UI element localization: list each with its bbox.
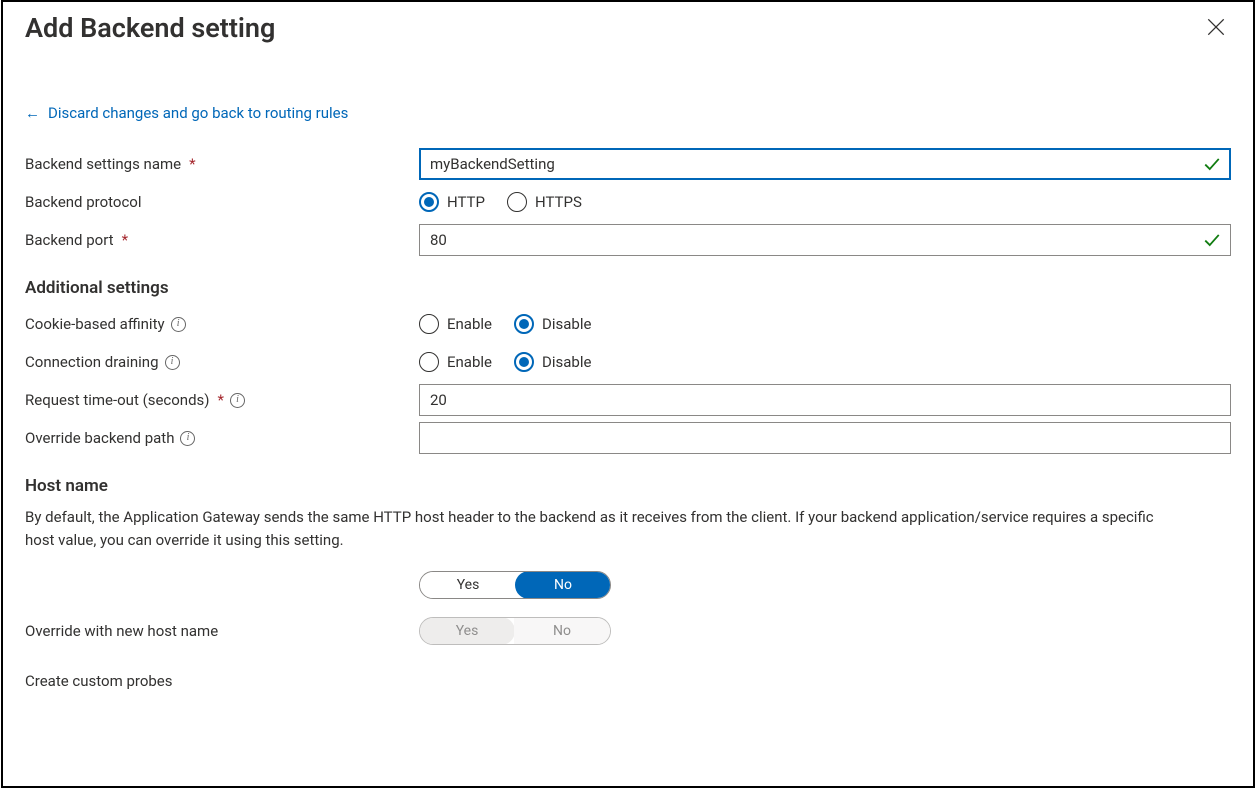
radio-icon [514, 314, 534, 334]
row-create-custom-probes: Create custom probes [25, 665, 1231, 697]
override-new-host-yes: Yes [419, 617, 515, 645]
required-mark: * [122, 231, 128, 249]
request-timeout-input[interactable] [419, 384, 1231, 416]
row-hostname-override-toggle: Yes No [25, 569, 1231, 601]
panel-header: Add Backend setting [25, 8, 1231, 52]
label-request-timeout: Request time-out (seconds) * i [25, 391, 419, 409]
close-icon [1207, 18, 1225, 36]
override-new-host-toggle: Yes No [419, 617, 611, 645]
arrow-left-icon: ← [25, 106, 40, 121]
protocol-http-radio[interactable]: HTTP [419, 192, 485, 212]
row-backend-port: Backend port * [25, 224, 1231, 256]
row-backend-protocol: Backend protocol HTTP HTTPS [25, 186, 1231, 218]
add-backend-setting-panel: Add Backend setting ← Discard changes an… [1, 0, 1255, 788]
label-override-new-host: Override with new host name [25, 622, 419, 640]
info-icon[interactable]: i [180, 431, 195, 446]
connection-draining-disable-radio[interactable]: Disable [514, 352, 591, 372]
row-override-new-host: Override with new host name Yes No [25, 615, 1231, 647]
hostname-override-no[interactable]: No [515, 571, 611, 599]
panel-title: Add Backend setting [25, 12, 275, 44]
close-button[interactable] [1207, 8, 1231, 39]
override-backend-path-input[interactable] [419, 422, 1231, 454]
additional-settings-heading: Additional settings [25, 278, 1231, 298]
required-mark: * [189, 155, 195, 173]
cookie-affinity-enable-radio[interactable]: Enable [419, 314, 492, 334]
label-backend-port: Backend port * [25, 231, 419, 249]
radio-icon [419, 352, 439, 372]
label-create-custom-probes: Create custom probes [25, 672, 419, 690]
discard-back-link[interactable]: ← Discard changes and go back to routing… [25, 104, 348, 122]
backend-port-input[interactable] [419, 224, 1231, 256]
connection-draining-enable-radio[interactable]: Enable [419, 352, 492, 372]
connection-draining-radio-group: Enable Disable [419, 352, 1231, 372]
info-icon[interactable]: i [230, 393, 245, 408]
override-new-host-no: No [514, 618, 610, 644]
info-icon[interactable]: i [165, 355, 180, 370]
radio-icon [514, 352, 534, 372]
hostname-override-toggle: Yes No [419, 571, 611, 599]
row-cookie-affinity: Cookie-based affinity i Enable Disable [25, 308, 1231, 340]
label-override-backend-path: Override backend path i [25, 429, 419, 447]
cookie-affinity-disable-radio[interactable]: Disable [514, 314, 591, 334]
label-connection-draining: Connection draining i [25, 353, 419, 371]
required-mark: * [218, 391, 224, 409]
back-link-label: Discard changes and go back to routing r… [48, 104, 348, 122]
backend-protocol-radio-group: HTTP HTTPS [419, 192, 1231, 212]
host-name-help-text: By default, the Application Gateway send… [25, 506, 1185, 551]
label-backend-protocol: Backend protocol [25, 193, 419, 211]
hostname-override-yes[interactable]: Yes [420, 572, 516, 598]
row-connection-draining: Connection draining i Enable Disable [25, 346, 1231, 378]
radio-icon [419, 314, 439, 334]
row-backend-settings-name: Backend settings name * [25, 148, 1231, 180]
row-request-timeout: Request time-out (seconds) * i [25, 384, 1231, 416]
info-icon[interactable]: i [171, 317, 186, 332]
radio-icon [507, 192, 527, 212]
host-name-heading: Host name [25, 476, 1231, 496]
row-override-backend-path: Override backend path i [25, 422, 1231, 454]
cookie-affinity-radio-group: Enable Disable [419, 314, 1231, 334]
label-cookie-affinity: Cookie-based affinity i [25, 315, 419, 333]
backend-settings-name-input[interactable] [419, 148, 1231, 180]
protocol-https-radio[interactable]: HTTPS [507, 192, 582, 212]
radio-icon [419, 192, 439, 212]
label-backend-settings-name: Backend settings name * [25, 155, 419, 173]
